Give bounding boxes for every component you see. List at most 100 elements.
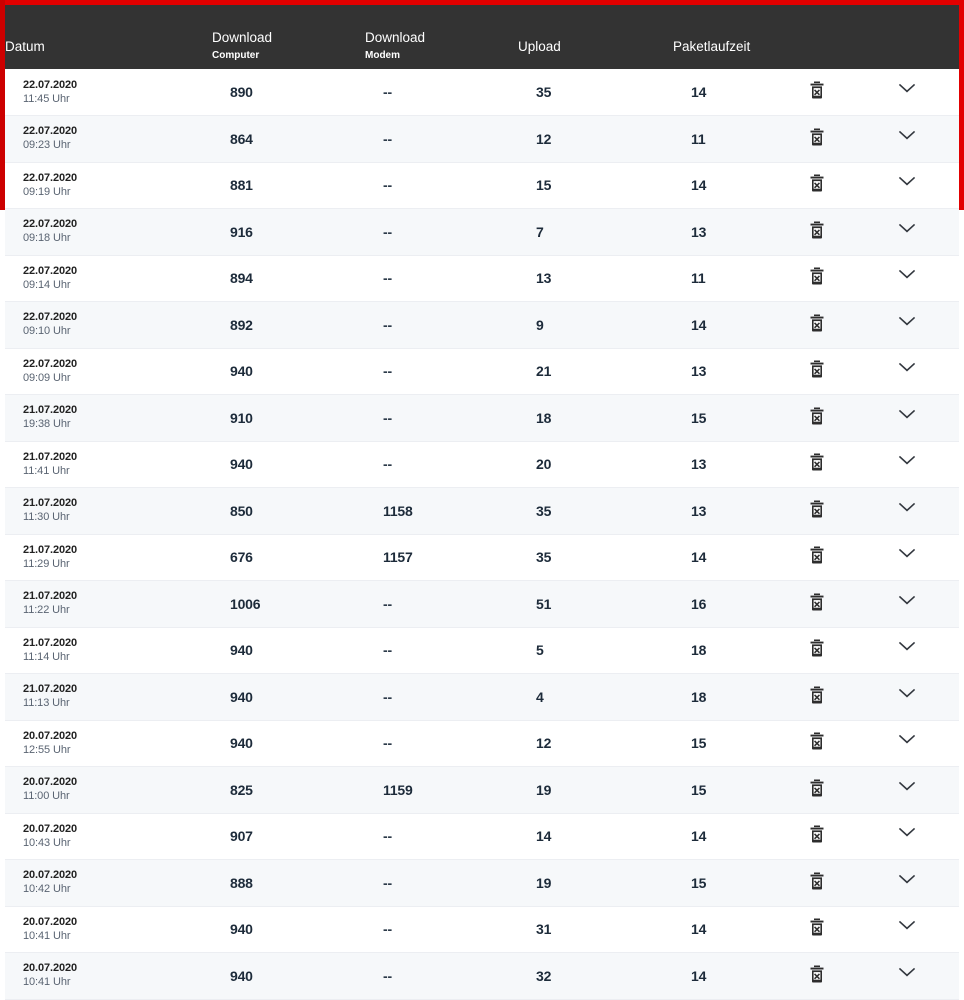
expand-row-button[interactable] bbox=[879, 627, 959, 674]
expand-row-button[interactable] bbox=[879, 813, 959, 860]
chevron-down-icon[interactable] bbox=[897, 639, 919, 661]
table-row[interactable]: 20.07.2020 10:41 Uhr 940 -- 31 14 bbox=[5, 906, 959, 953]
table-row[interactable]: 21.07.2020 11:13 Uhr 940 -- 4 18 bbox=[5, 673, 959, 721]
table-row[interactable]: 20.07.2020 10:41 Uhr 940 -- 32 14 bbox=[5, 952, 959, 1000]
expand-row-button[interactable] bbox=[879, 720, 959, 767]
expand-row-button[interactable] bbox=[879, 953, 959, 1000]
delete-measurement-button[interactable] bbox=[791, 860, 879, 907]
trash-icon[interactable] bbox=[809, 639, 831, 661]
trash-icon[interactable] bbox=[809, 686, 831, 708]
trash-icon[interactable] bbox=[809, 360, 831, 382]
delete-measurement-button[interactable] bbox=[791, 674, 879, 721]
expand-row-button[interactable] bbox=[879, 767, 959, 814]
chevron-down-icon[interactable] bbox=[897, 779, 919, 801]
chevron-down-icon[interactable] bbox=[897, 500, 919, 522]
column-header-download-modem[interactable]: Download Modem bbox=[365, 5, 518, 69]
trash-icon[interactable] bbox=[809, 872, 831, 894]
delete-measurement-button[interactable] bbox=[791, 302, 879, 349]
trash-icon[interactable] bbox=[809, 267, 831, 289]
expand-row-button[interactable] bbox=[879, 395, 959, 442]
column-header-download-computer[interactable]: Download Computer bbox=[212, 5, 365, 69]
table-row[interactable]: 20.07.2020 10:42 Uhr 888 -- 19 15 bbox=[5, 859, 959, 907]
chevron-down-icon[interactable] bbox=[897, 686, 919, 708]
expand-row-button[interactable] bbox=[879, 441, 959, 488]
expand-row-button[interactable] bbox=[879, 488, 959, 535]
chevron-down-icon[interactable] bbox=[897, 825, 919, 847]
delete-measurement-button[interactable] bbox=[791, 488, 879, 535]
trash-icon[interactable] bbox=[809, 453, 831, 475]
table-row[interactable]: 20.07.2020 11:00 Uhr 825 1159 19 15 bbox=[5, 766, 959, 814]
table-row[interactable]: 22.07.2020 09:18 Uhr 916 -- 7 13 bbox=[5, 208, 959, 256]
expand-row-button[interactable] bbox=[879, 255, 959, 302]
expand-row-button[interactable] bbox=[879, 302, 959, 349]
trash-icon[interactable] bbox=[809, 81, 831, 103]
expand-row-button[interactable] bbox=[879, 860, 959, 907]
table-row[interactable]: 22.07.2020 11:45 Uhr 890 -- 35 14 bbox=[5, 69, 959, 116]
table-row[interactable]: 22.07.2020 09:14 Uhr 894 -- 13 11 bbox=[5, 255, 959, 302]
chevron-down-icon[interactable] bbox=[897, 732, 919, 754]
delete-measurement-button[interactable] bbox=[791, 953, 879, 1000]
delete-measurement-button[interactable] bbox=[791, 441, 879, 488]
table-row[interactable]: 22.07.2020 09:19 Uhr 881 -- 15 14 bbox=[5, 162, 959, 209]
trash-icon[interactable] bbox=[809, 174, 831, 196]
expand-row-button[interactable] bbox=[879, 209, 959, 256]
delete-measurement-button[interactable] bbox=[791, 906, 879, 953]
column-header-datum[interactable]: Datum bbox=[5, 5, 212, 69]
chevron-down-icon[interactable] bbox=[897, 174, 919, 196]
chevron-down-icon[interactable] bbox=[897, 128, 919, 150]
table-row[interactable]: 21.07.2020 11:14 Uhr 940 -- 5 18 bbox=[5, 627, 959, 674]
expand-row-button[interactable] bbox=[879, 348, 959, 395]
expand-row-button[interactable] bbox=[879, 581, 959, 628]
chevron-down-icon[interactable] bbox=[897, 314, 919, 336]
chevron-down-icon[interactable] bbox=[897, 267, 919, 289]
table-row[interactable]: 22.07.2020 09:10 Uhr 892 -- 9 14 bbox=[5, 301, 959, 349]
trash-icon[interactable] bbox=[809, 825, 831, 847]
chevron-down-icon[interactable] bbox=[897, 360, 919, 382]
chevron-down-icon[interactable] bbox=[897, 965, 919, 987]
delete-measurement-button[interactable] bbox=[791, 116, 879, 163]
delete-measurement-button[interactable] bbox=[791, 767, 879, 814]
table-row[interactable]: 21.07.2020 11:22 Uhr 1006 -- 51 16 bbox=[5, 580, 959, 628]
trash-icon[interactable] bbox=[809, 128, 831, 150]
trash-icon[interactable] bbox=[809, 546, 831, 568]
chevron-down-icon[interactable] bbox=[897, 81, 919, 103]
expand-row-button[interactable] bbox=[879, 674, 959, 721]
table-row[interactable]: 21.07.2020 11:41 Uhr 940 -- 20 13 bbox=[5, 441, 959, 488]
chevron-down-icon[interactable] bbox=[897, 918, 919, 940]
expand-row-button[interactable] bbox=[879, 906, 959, 953]
chevron-down-icon[interactable] bbox=[897, 407, 919, 429]
delete-measurement-button[interactable] bbox=[791, 581, 879, 628]
trash-icon[interactable] bbox=[809, 779, 831, 801]
chevron-down-icon[interactable] bbox=[897, 872, 919, 894]
expand-row-button[interactable] bbox=[879, 69, 959, 116]
trash-icon[interactable] bbox=[809, 918, 831, 940]
trash-icon[interactable] bbox=[809, 500, 831, 522]
chevron-down-icon[interactable] bbox=[897, 546, 919, 568]
table-row[interactable]: 21.07.2020 19:38 Uhr 910 -- 18 15 bbox=[5, 394, 959, 442]
table-row[interactable]: 20.07.2020 12:55 Uhr 940 -- 12 15 bbox=[5, 720, 959, 767]
delete-measurement-button[interactable] bbox=[791, 720, 879, 767]
trash-icon[interactable] bbox=[809, 221, 831, 243]
delete-measurement-button[interactable] bbox=[791, 69, 879, 116]
expand-row-button[interactable] bbox=[879, 116, 959, 163]
table-row[interactable]: 22.07.2020 09:09 Uhr 940 -- 21 13 bbox=[5, 348, 959, 395]
trash-icon[interactable] bbox=[809, 407, 831, 429]
table-row[interactable]: 22.07.2020 09:23 Uhr 864 -- 12 11 bbox=[5, 115, 959, 163]
delete-measurement-button[interactable] bbox=[791, 348, 879, 395]
expand-row-button[interactable] bbox=[879, 534, 959, 581]
delete-measurement-button[interactable] bbox=[791, 813, 879, 860]
column-header-paketlaufzeit[interactable]: Paketlaufzeit bbox=[673, 5, 791, 69]
table-row[interactable]: 21.07.2020 11:29 Uhr 676 1157 35 14 bbox=[5, 534, 959, 581]
trash-icon[interactable] bbox=[809, 732, 831, 754]
column-header-upload[interactable]: Upload bbox=[518, 5, 673, 69]
delete-measurement-button[interactable] bbox=[791, 209, 879, 256]
delete-measurement-button[interactable] bbox=[791, 627, 879, 674]
chevron-down-icon[interactable] bbox=[897, 593, 919, 615]
trash-icon[interactable] bbox=[809, 965, 831, 987]
trash-icon[interactable] bbox=[809, 593, 831, 615]
chevron-down-icon[interactable] bbox=[897, 221, 919, 243]
chevron-down-icon[interactable] bbox=[897, 453, 919, 475]
table-row[interactable]: 20.07.2020 10:43 Uhr 907 -- 14 14 bbox=[5, 813, 959, 860]
expand-row-button[interactable] bbox=[879, 162, 959, 209]
table-row[interactable]: 21.07.2020 11:30 Uhr 850 1158 35 13 bbox=[5, 487, 959, 535]
